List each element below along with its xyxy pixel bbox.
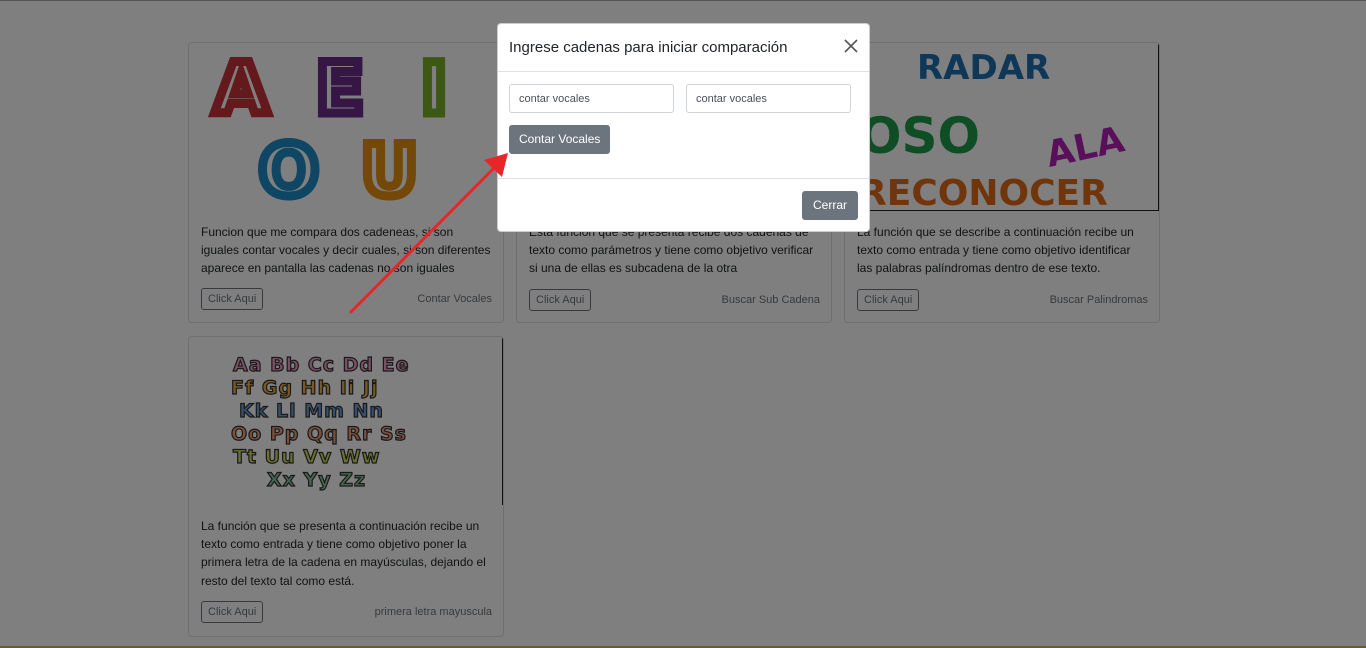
cerrar-button[interactable]: Cerrar [801,191,858,220]
modal-title: Ingrese cadenas para iniciar comparación [509,39,788,56]
modal-footer: Cerrar [498,178,869,232]
first-string-input[interactable] [509,84,674,113]
modal-header: Ingrese cadenas para iniciar comparación [498,24,869,72]
second-string-input[interactable] [686,84,851,113]
page: A E I O U Funcion que me compara dos cad… [0,0,1366,648]
modal-body: Contar Vocales [498,72,869,178]
contar-vocales-button[interactable]: Contar Vocales [509,125,611,154]
top-border [0,0,1366,1]
comparison-modal: Ingrese cadenas para iniciar comparación… [497,23,870,232]
close-icon[interactable] [842,37,860,55]
